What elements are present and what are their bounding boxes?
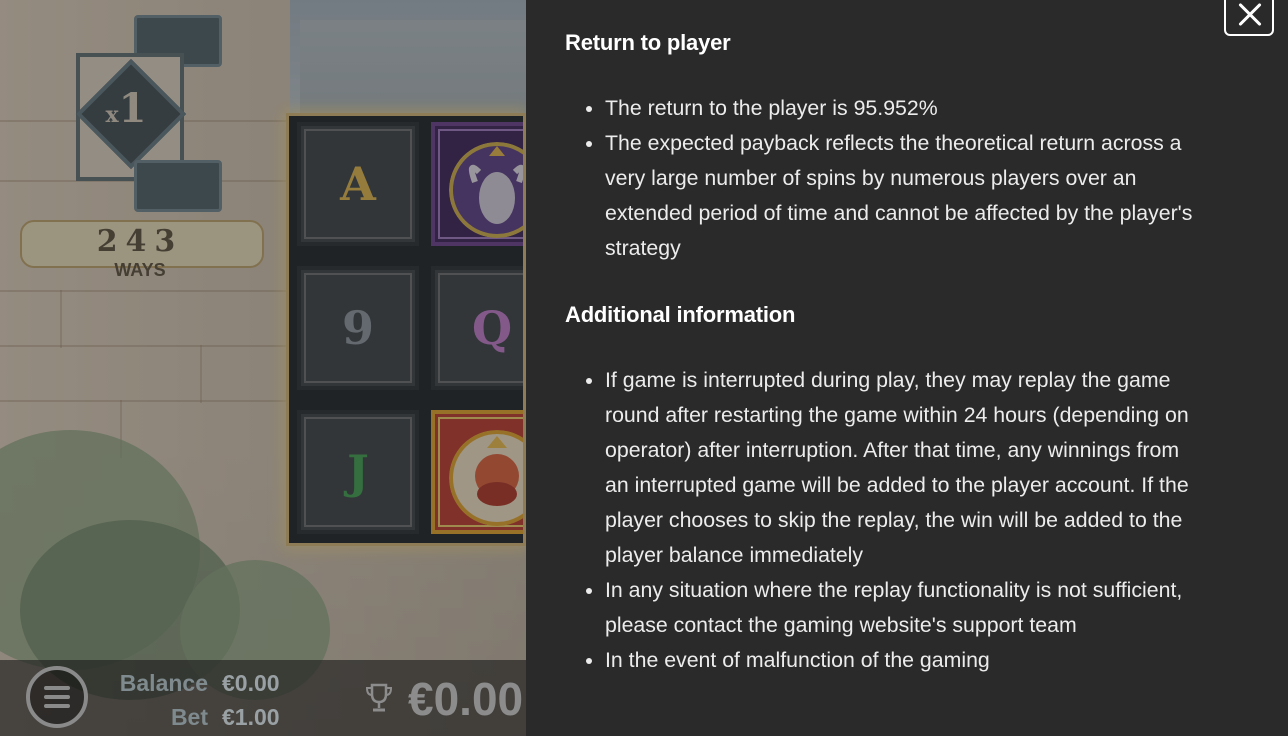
list-item: In any situation where the replay functi… <box>605 573 1195 643</box>
list-item: The return to the player is 95.952% <box>605 91 1195 126</box>
win-amount: €0.00 <box>408 673 524 725</box>
game-area: x1 243 WAYS A 9 J Q Balance €0.00 Bet €1… <box>0 0 526 736</box>
balance-value: €0.00 <box>222 670 280 696</box>
modal-dim-overlay <box>0 0 526 736</box>
section-title-additional-information: Additional information <box>565 302 796 327</box>
menu-button[interactable] <box>26 666 88 728</box>
return-to-player-list: The return to the player is 95.952% The … <box>565 91 1195 266</box>
bet-label: Bet <box>170 704 208 730</box>
list-item: The expected payback reflects the theore… <box>605 126 1195 266</box>
list-item: In the event of malfunction of the gamin… <box>605 643 1195 678</box>
list-item: If game is interrupted during play, they… <box>605 363 1195 573</box>
additional-information-list: If game is interrupted during play, they… <box>565 363 1195 678</box>
close-button[interactable] <box>1224 0 1274 36</box>
info-panel: Return to player The return to the playe… <box>526 0 1288 736</box>
trophy-icon <box>365 683 393 712</box>
bet-value: €1.00 <box>222 704 280 730</box>
section-title-return-to-player: Return to player <box>565 30 731 55</box>
bottom-bar: Balance €0.00 Bet €1.00 €0.00 <box>0 660 526 736</box>
balance-label: Balance <box>119 670 208 696</box>
